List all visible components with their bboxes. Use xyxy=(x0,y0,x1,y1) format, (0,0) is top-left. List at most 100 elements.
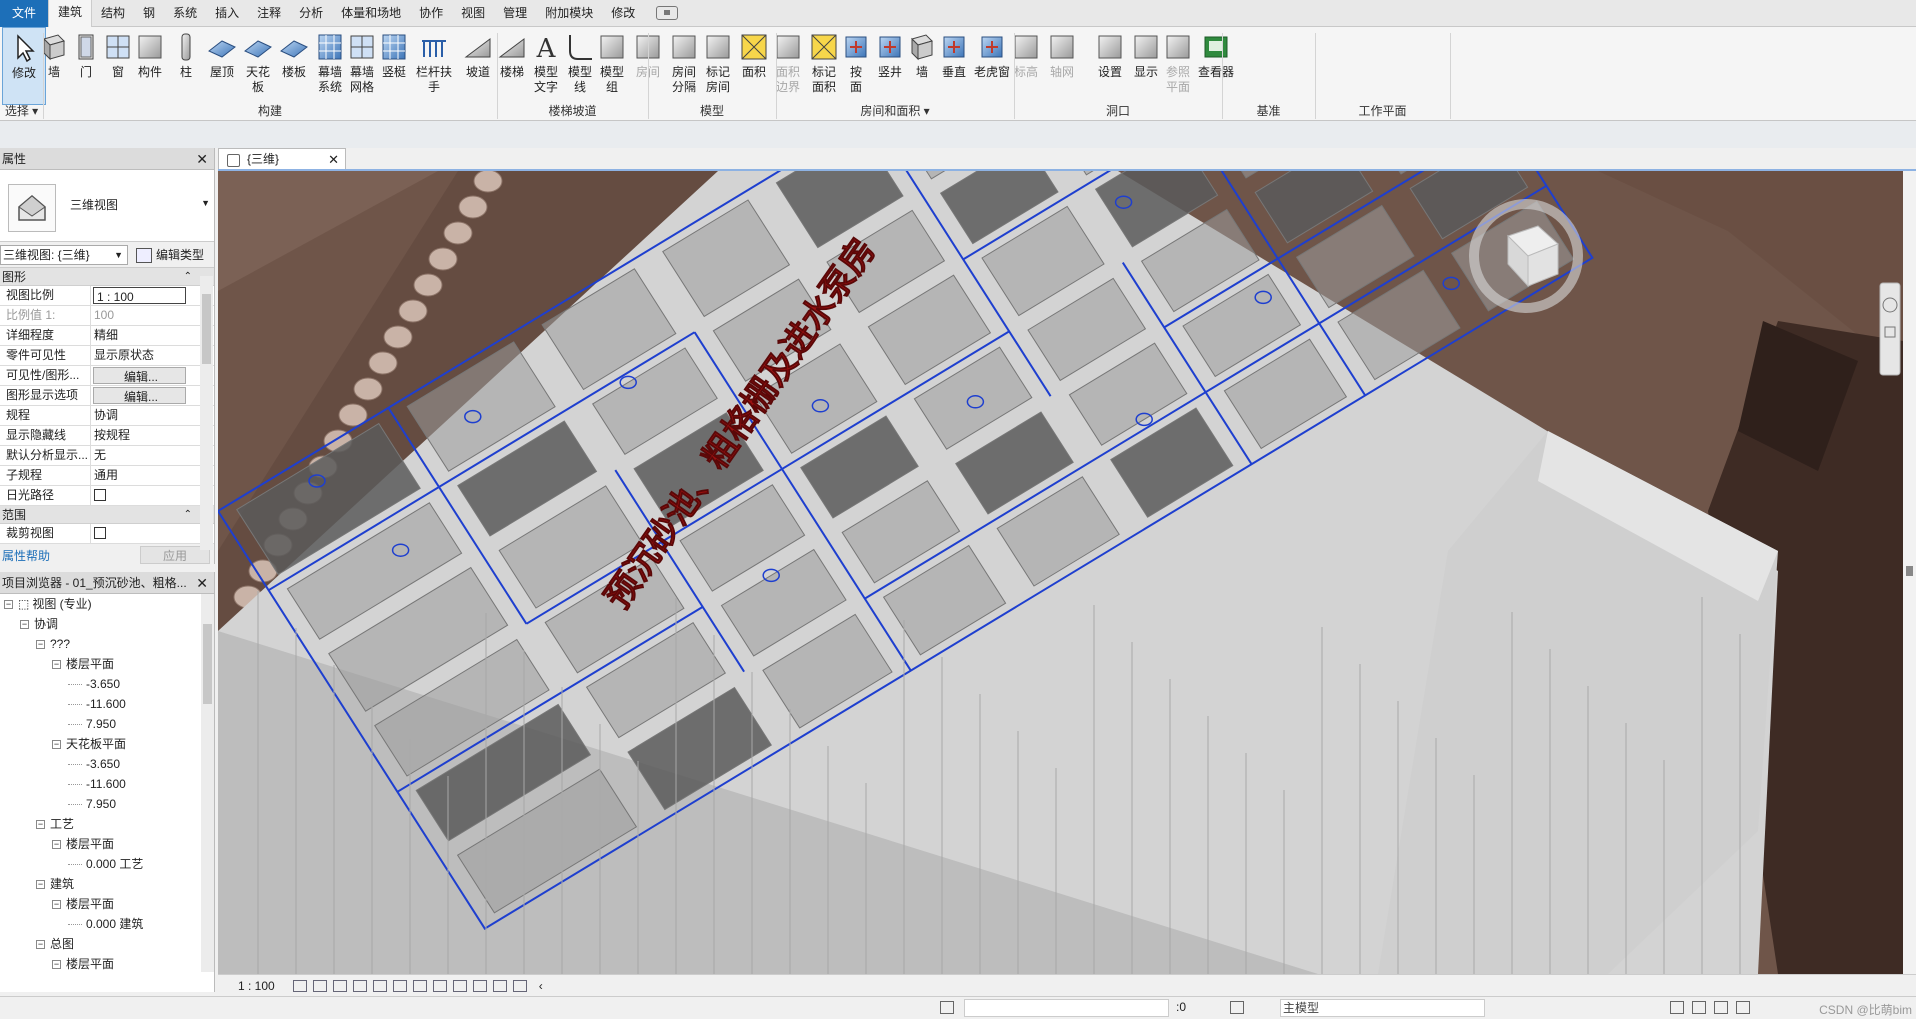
select-links-icon[interactable] xyxy=(1670,1001,1684,1014)
tab-13[interactable]: 修改 xyxy=(602,0,644,27)
section-graphics[interactable]: 图形 ⌃ xyxy=(0,268,214,286)
shaft-button[interactable]: 竖井 xyxy=(874,27,906,105)
floor-button[interactable]: 楼板 xyxy=(278,27,310,105)
tree-node[interactable]: − ⬚ 视图 (专业) xyxy=(0,594,214,614)
tree-node[interactable]: − 总图 xyxy=(0,934,214,954)
curtain-system-button[interactable]: 幕墙 系统 xyxy=(314,27,346,105)
tree-node[interactable]: −??? xyxy=(0,634,214,654)
properties-help-link[interactable]: 属性帮助 xyxy=(2,547,50,564)
tree-node[interactable]: − 楼层平面 xyxy=(0,954,214,974)
tree-node[interactable]: − 工艺 xyxy=(0,814,214,834)
tab-9[interactable]: 协作 xyxy=(410,0,452,27)
ref-plane-button[interactable]: 参照 平面 xyxy=(1162,27,1194,105)
collapse-toggle-icon[interactable]: − xyxy=(36,880,45,890)
collapse-toggle-icon[interactable]: − xyxy=(52,900,61,910)
lock-view-icon[interactable] xyxy=(432,979,447,992)
visual-style-icon[interactable] xyxy=(312,979,327,992)
checkbox[interactable] xyxy=(94,527,106,539)
tab-2[interactable]: 结构 xyxy=(92,0,134,27)
collapse-toggle-icon[interactable]: − xyxy=(4,600,13,610)
set-button[interactable]: 设置 xyxy=(1094,27,1126,105)
property-value[interactable] xyxy=(91,524,184,543)
tree-node[interactable]: -11.600 xyxy=(0,774,214,794)
editable-only-icon[interactable] xyxy=(1230,1001,1244,1014)
camera-icon[interactable] xyxy=(656,6,679,20)
railing-button[interactable]: 栏杆扶手 xyxy=(412,27,456,105)
select-by-face-icon[interactable] xyxy=(1736,1001,1750,1014)
curtain-grid-button[interactable]: 幕墙 网格 xyxy=(346,27,378,105)
edit-button[interactable]: 编辑... xyxy=(93,387,186,404)
worksets-icon[interactable] xyxy=(940,1001,954,1014)
tag-room-button[interactable]: 标记 房间 xyxy=(702,27,734,105)
detail-level-icon[interactable] xyxy=(292,979,307,992)
collapse-toggle-icon[interactable]: − xyxy=(52,660,61,670)
collapse-toggle-icon[interactable]: − xyxy=(20,620,29,630)
group-select[interactable]: 选择 ▾ xyxy=(0,102,43,120)
property-value[interactable]: 精细 xyxy=(91,326,184,345)
component-button[interactable]: 构件 xyxy=(134,27,166,105)
instance-filter-select[interactable]: 三维视图: {三维} ▼ xyxy=(0,245,128,265)
collapse-toggle-icon[interactable]: − xyxy=(52,960,61,970)
crop-view-icon[interactable] xyxy=(392,979,407,992)
type-selector[interactable]: 三维视图 ▼ xyxy=(0,170,214,242)
highlight-icon[interactable] xyxy=(512,979,527,992)
workset-select[interactable] xyxy=(964,999,1169,1017)
temp-hide-icon[interactable] xyxy=(452,979,467,992)
checkbox[interactable] xyxy=(94,489,106,501)
tree-node[interactable]: 0.000 建筑 xyxy=(0,914,214,934)
vertical-button[interactable]: 垂直 xyxy=(938,27,970,105)
ceiling-button[interactable]: 天花板 xyxy=(242,27,274,105)
view-scale[interactable]: 1 : 100 xyxy=(238,979,275,993)
tree-node[interactable]: 0.000 工艺 xyxy=(0,854,214,874)
view-scale-input[interactable]: 1 : 100 xyxy=(93,287,186,304)
area-button[interactable]: 面积 xyxy=(738,27,770,105)
tree-node[interactable]: -3.650 xyxy=(0,754,214,774)
column-button[interactable]: 柱 xyxy=(170,27,202,105)
collapse-toggle-icon[interactable]: − xyxy=(36,940,45,950)
tree-node[interactable]: − 楼层平面 xyxy=(0,654,214,674)
analysis-icon[interactable] xyxy=(492,979,507,992)
property-value[interactable] xyxy=(91,486,184,505)
tab-4[interactable]: 系统 xyxy=(164,0,206,27)
tree-node[interactable]: 7.950 xyxy=(0,794,214,814)
reveal-hidden-icon[interactable] xyxy=(472,979,487,992)
tree-node[interactable]: − 楼层平面 xyxy=(0,834,214,854)
model-text-button[interactable]: A 模型 文字 xyxy=(530,27,562,105)
collapse-toggle-icon[interactable]: − xyxy=(52,840,61,850)
dormer-button[interactable]: 老虎窗 xyxy=(970,27,1014,105)
shadows-icon[interactable] xyxy=(352,979,367,992)
collapse-toggle-icon[interactable]: − xyxy=(36,640,45,650)
tab-11[interactable]: 管理 xyxy=(494,0,536,27)
tag-area-button[interactable]: 标记 面积 xyxy=(808,27,840,105)
tree-node[interactable]: − 天花板平面 xyxy=(0,734,214,754)
tab-7[interactable]: 分析 xyxy=(290,0,332,27)
property-value[interactable]: 无 xyxy=(91,446,184,465)
viewer-button[interactable]: 查看器 xyxy=(1194,27,1238,105)
properties-scrollbar[interactable] xyxy=(200,276,213,550)
roof-button[interactable]: 屋顶 xyxy=(206,27,238,105)
design-option-select[interactable]: 主模型 xyxy=(1280,999,1485,1017)
ramp-button[interactable]: 坡道 xyxy=(462,27,494,105)
tab-5[interactable]: 插入 xyxy=(206,0,248,27)
window-button[interactable]: 窗 xyxy=(102,27,134,105)
view-scrollbar[interactable] xyxy=(1903,171,1916,974)
tab-12[interactable]: 附加模块 xyxy=(536,0,602,27)
property-value[interactable]: 通用 xyxy=(91,466,184,485)
wall-opening-button[interactable]: 墙 xyxy=(906,27,938,105)
property-value[interactable]: 协调 xyxy=(91,406,184,425)
door-button[interactable]: 门 xyxy=(70,27,102,105)
view-tab-3d[interactable]: {三维} ✕ xyxy=(218,148,346,170)
group-room-area[interactable]: 房间和面积 ▾ xyxy=(776,102,1014,120)
collapse-toggle-icon[interactable]: − xyxy=(36,820,45,830)
tab-8[interactable]: 体量和场地 xyxy=(332,0,410,27)
tree-node[interactable]: − 建筑 xyxy=(0,874,214,894)
show-button[interactable]: 显示 xyxy=(1130,27,1162,105)
close-icon[interactable]: ✕ xyxy=(196,148,208,170)
section-range[interactable]: 范围 ⌃ xyxy=(0,506,214,524)
3d-view-canvas[interactable]: 预沉砂池、粗格栅及进水泵房 xyxy=(218,171,1903,974)
mullion-button[interactable]: 竖梃 xyxy=(378,27,410,105)
collapse-toggle-icon[interactable]: − xyxy=(52,740,61,750)
browser-scrollbar[interactable] xyxy=(201,594,214,972)
tree-node[interactable]: − 楼层平面 xyxy=(0,894,214,914)
tree-node[interactable]: 7.950 xyxy=(0,714,214,734)
